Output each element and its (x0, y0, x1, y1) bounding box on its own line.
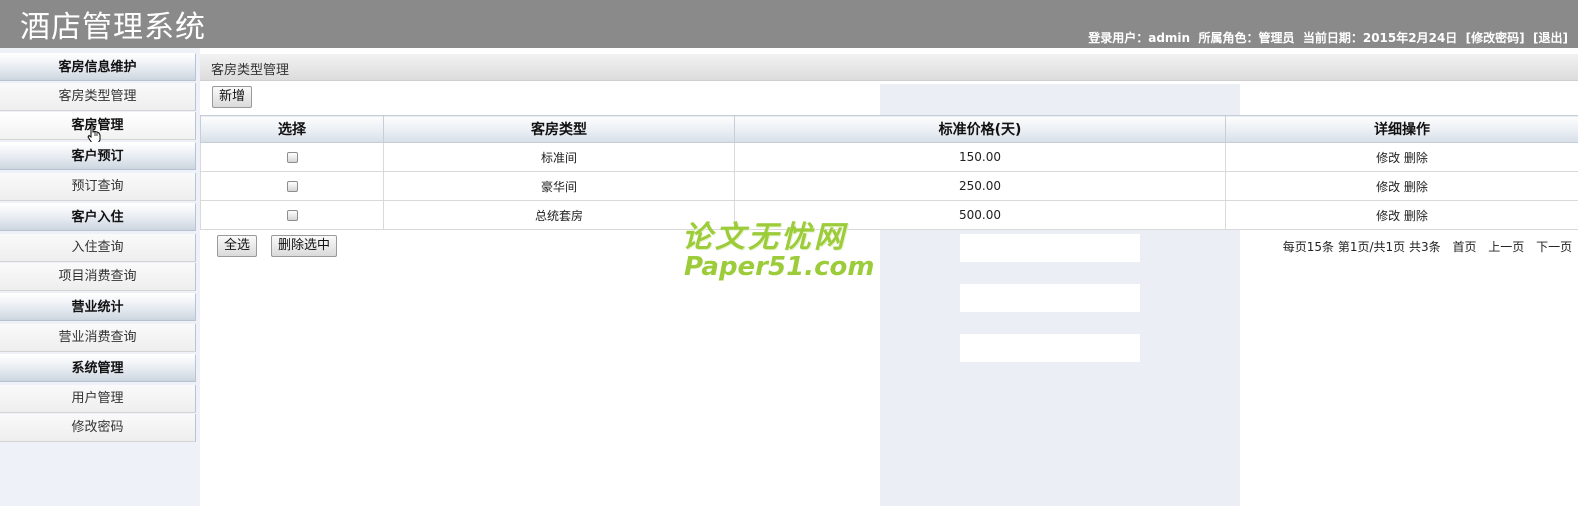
column-header-select: 选择 (200, 115, 384, 143)
breadcrumb-bar: 客房类型管理 (200, 54, 1578, 81)
delete-link[interactable]: 删除 (1404, 151, 1428, 165)
top-header: 酒店管理系统 登录用户：admin 所属角色：管理员 当前日期：2015年2月2… (0, 0, 1578, 48)
select-cell (200, 200, 384, 230)
delete-link[interactable]: 删除 (1404, 209, 1428, 223)
edit-link[interactable]: 修改 (1376, 151, 1400, 165)
sidebar-item-checkin-query[interactable]: 入住查询 (0, 234, 196, 262)
pager-next-link[interactable]: 下一页 (1536, 240, 1572, 254)
sidebar-section-system[interactable]: 系统管理 (0, 354, 196, 382)
user-name: admin (1148, 31, 1191, 45)
price-cell: 150.00 (734, 142, 1226, 172)
actions-cell: 修改 删除 (1225, 142, 1578, 172)
logout-link[interactable]: [退出] (1533, 31, 1568, 45)
select-cell (200, 171, 384, 201)
sidebar-section-booking[interactable]: 客户预订 (0, 142, 196, 170)
price-cell: 500.00 (734, 200, 1226, 230)
select-all-button[interactable]: 全选 (217, 235, 258, 257)
current-date: 2015年2月24日 (1362, 31, 1458, 45)
table-row: 豪华间 250.00 修改 删除 (200, 171, 1578, 201)
sidebar-item-business-query[interactable]: 营业消费查询 (0, 324, 196, 352)
sidebar-item-consumption-query[interactable]: 项目消费查询 (0, 263, 196, 291)
row-checkbox[interactable] (286, 181, 298, 192)
table-row: 总统套房 500.00 修改 删除 (200, 200, 1578, 230)
sidebar-section-checkin[interactable]: 客户入住 (0, 203, 196, 231)
table-row: 标准间 150.00 修改 删除 (200, 142, 1578, 172)
pager-summary: 每页15条 第1页/共1页 共3条 (1282, 240, 1441, 254)
room-type-cell: 总统套房 (383, 200, 735, 230)
actions-cell: 修改 删除 (1225, 200, 1578, 230)
column-header-room-type: 客房类型 (383, 115, 735, 143)
edit-link[interactable]: 修改 (1376, 209, 1400, 223)
app-title: 酒店管理系统 (20, 10, 206, 45)
row-checkbox[interactable] (286, 210, 298, 221)
sidebar-section-statistics[interactable]: 营业统计 (0, 293, 196, 321)
edit-link[interactable]: 修改 (1376, 180, 1400, 194)
room-type-table: 选择 客房类型 标准价格(天) 详细操作 标准间 150.00 修改 删除 豪华… (200, 115, 1578, 230)
main-content: 客房类型管理 新增 选择 客房类型 标准价格(天) 详细操作 标准间 150.0… (200, 48, 1578, 506)
breadcrumb: 客房类型管理 (211, 63, 290, 78)
add-button[interactable]: 新增 (212, 86, 253, 108)
hand-pointer-icon (87, 124, 101, 144)
sidebar-section-room-info[interactable]: 客房信息维护 (0, 53, 196, 81)
column-header-price: 标准价格(天) (734, 115, 1226, 143)
row-checkbox[interactable] (286, 152, 298, 163)
role-label: 所属角色： (1198, 31, 1259, 45)
select-cell (200, 142, 384, 172)
room-type-cell: 标准间 (383, 142, 735, 172)
column-header-actions: 详细操作 (1225, 115, 1578, 143)
delete-selected-button[interactable]: 删除选中 (271, 235, 338, 257)
actions-cell: 修改 删除 (1225, 171, 1578, 201)
user-label: 登录用户： (1088, 31, 1149, 45)
delete-link[interactable]: 删除 (1404, 180, 1428, 194)
user-info-bar: 登录用户：admin 所属角色：管理员 当前日期：2015年2月24日 [修改密… (1088, 29, 1568, 46)
pager-prev-link[interactable]: 上一页 (1488, 240, 1524, 254)
date-label: 当前日期： (1302, 31, 1363, 45)
room-type-cell: 豪华间 (383, 171, 735, 201)
table-header-row: 选择 客房类型 标准价格(天) 详细操作 (200, 115, 1578, 143)
sidebar-item-booking-query[interactable]: 预订查询 (0, 173, 196, 201)
price-cell: 250.00 (734, 171, 1226, 201)
pager-first-link[interactable]: 首页 (1452, 240, 1476, 254)
change-password-link[interactable]: [修改密码] (1466, 31, 1525, 45)
sidebar-item-room-type-management[interactable]: 客房类型管理 (0, 83, 196, 111)
sidebar-item-room-management[interactable]: 客房管理 (0, 112, 196, 144)
sidebar: 客房信息维护 客房类型管理 客房管理 客户预订 预订查询 客户入住 入住查询 项… (0, 48, 200, 506)
pagination: 每页15条 第1页/共1页 共3条 首页 上一页 下一页 尾页 (1283, 238, 1578, 255)
sidebar-item-user-management[interactable]: 用户管理 (0, 385, 196, 413)
sidebar-item-change-password[interactable]: 修改密码 (0, 414, 196, 442)
user-role: 管理员 (1258, 31, 1295, 45)
